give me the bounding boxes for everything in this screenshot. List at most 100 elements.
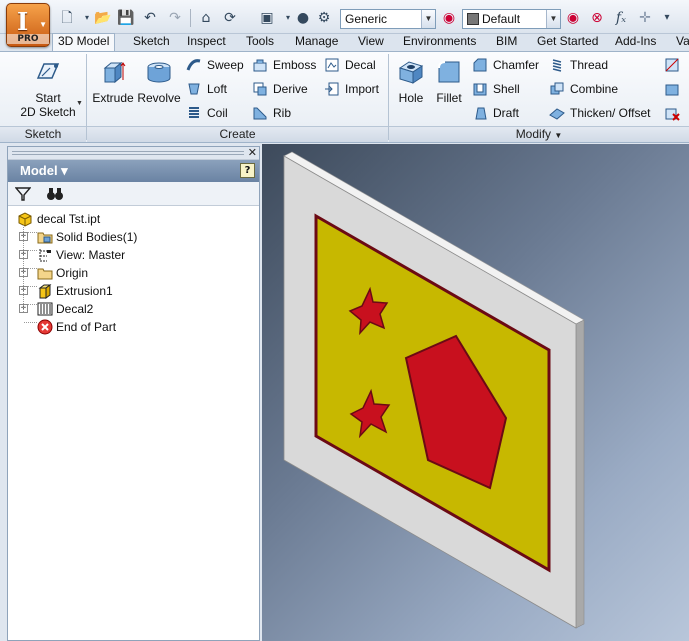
color-override-icon[interactable]: ●	[294, 9, 312, 27]
delete-face-button[interactable]	[664, 103, 685, 123]
direct-edit-button[interactable]	[664, 79, 685, 99]
start-sketch-label-1: Start	[35, 91, 61, 105]
appearance-ball-icon[interactable]: ◉	[440, 9, 458, 27]
view-rep-icon	[39, 249, 51, 262]
revolve-button[interactable]: Revolve	[137, 58, 181, 105]
chamfer-label: Chamfer	[493, 58, 540, 72]
modify-panel-title[interactable]: Modify ▼	[389, 126, 689, 142]
part-model-view[interactable]	[262, 144, 689, 641]
start-2d-sketch-button[interactable]: Start 2D Sketch	[16, 58, 80, 119]
emboss-button[interactable]: Emboss	[252, 55, 316, 75]
extrude-button[interactable]: Extrude	[92, 58, 134, 105]
open-icon[interactable]: 📂	[94, 9, 112, 27]
coil-button[interactable]: Coil	[186, 103, 228, 123]
combine-button[interactable]: Combine	[549, 79, 618, 99]
graphics-viewport[interactable]	[262, 144, 689, 641]
parameters-icon[interactable]: 𝑓ₓ	[612, 9, 630, 27]
chevron-down-icon: ▼	[554, 131, 563, 140]
start-sketch-label-2: 2D Sketch	[20, 105, 76, 119]
adjust-appearance-icon[interactable]: ◉	[564, 9, 582, 27]
chamfer-button[interactable]: Chamfer	[472, 55, 539, 75]
toolbar-separator	[190, 9, 191, 27]
fillet-button[interactable]: Fillet	[432, 58, 466, 105]
save-icon[interactable]: 💾	[117, 9, 135, 27]
clear-appearance-icon[interactable]: ⊗	[588, 9, 606, 27]
tab-3d-model[interactable]: 3D Model	[52, 33, 116, 51]
hole-button[interactable]: Hole	[392, 58, 430, 105]
thicken-offset-button[interactable]: Thicken/ Offset	[549, 103, 650, 123]
select-filter-icon[interactable]: ▣	[258, 9, 276, 27]
application-menu-button[interactable]: I ▼ PRO	[6, 3, 50, 47]
delete-face-icon	[665, 108, 680, 121]
emboss-label: Emboss	[273, 58, 317, 72]
new-file-icon[interactable]: 🗋	[58, 9, 76, 27]
sketch-icon	[36, 63, 60, 79]
browser-grip[interactable]: ✕	[8, 146, 259, 160]
tab-environments[interactable]: Environments	[403, 34, 476, 51]
tree-item-label: Decal2	[56, 302, 94, 316]
sweep-button[interactable]: Sweep	[186, 55, 244, 75]
appearance-dropdown[interactable]: Default ▼	[462, 9, 561, 29]
tree-item-label: Solid Bodies(1)	[56, 230, 138, 244]
tab-get-started[interactable]: Get Started	[537, 34, 598, 51]
tab-manage[interactable]: Manage	[295, 34, 338, 51]
tab-view[interactable]: View	[358, 34, 384, 51]
redo-icon[interactable]: ↷	[166, 9, 184, 27]
revolve-icon	[147, 62, 171, 83]
thicken-icon	[549, 108, 565, 120]
chevron-down-icon[interactable]: ▼	[546, 10, 560, 28]
browser-title: Model ▾	[20, 163, 68, 178]
tab-add-ins[interactable]: Add-Ins	[615, 34, 656, 51]
tab-sketch[interactable]: Sketch	[133, 34, 170, 51]
shell-button[interactable]: Shell	[472, 79, 520, 99]
derive-button[interactable]: Derive	[252, 79, 308, 99]
import-button[interactable]: Import	[324, 79, 379, 99]
solid-bodies-icon	[37, 232, 53, 244]
tree-item-label: Extrusion1	[56, 284, 113, 298]
chevron-down-icon[interactable]: ▼	[421, 10, 435, 28]
tree-item-label: View: Master	[56, 248, 126, 262]
decal-icon	[325, 58, 339, 72]
close-icon[interactable]: ✕	[248, 146, 257, 159]
sweep-icon	[186, 59, 201, 71]
split-icon	[665, 58, 679, 72]
chevron-down-icon: ▼	[39, 20, 47, 29]
draft-icon	[475, 107, 487, 120]
tab-bim[interactable]: BIM	[496, 34, 517, 51]
settings-icon[interactable]: ⚙	[315, 9, 333, 27]
tab-inspect[interactable]: Inspect	[187, 34, 226, 51]
extrude-label: Extrude	[92, 91, 134, 105]
local-update-icon[interactable]: ⟳	[221, 9, 239, 27]
chevron-down-icon[interactable]: ▼	[76, 100, 83, 107]
tree-item-label: End of Part	[56, 320, 117, 334]
combine-label: Combine	[570, 82, 619, 96]
find-binoculars-icon[interactable]	[46, 186, 64, 202]
thread-icon	[552, 59, 562, 72]
help-icon[interactable]: ?	[240, 163, 255, 178]
end-of-part-icon	[37, 319, 53, 335]
tab-vault[interactable]: Va	[676, 34, 689, 51]
undo-icon[interactable]: ↶	[141, 9, 159, 27]
draft-button[interactable]: Draft	[472, 103, 519, 123]
browser-header[interactable]: Model ▾ ?	[8, 160, 259, 182]
coil-label: Coil	[207, 106, 228, 120]
split-button[interactable]	[664, 55, 685, 75]
sweep-label: Sweep	[207, 58, 244, 72]
filter-icon[interactable]	[15, 186, 31, 202]
material-dropdown[interactable]: Generic ▼	[340, 9, 436, 29]
loft-button[interactable]: Loft	[186, 79, 227, 99]
appearance-swatch-icon	[467, 13, 479, 25]
thread-button[interactable]: Thread	[549, 55, 608, 75]
coil-icon	[189, 106, 199, 118]
derive-icon	[253, 82, 267, 96]
tab-tools[interactable]: Tools	[246, 34, 274, 51]
decal-button[interactable]: Decal	[324, 55, 376, 75]
shell-label: Shell	[493, 82, 520, 96]
add-icon[interactable]: ✛	[636, 9, 654, 27]
rib-button[interactable]: Rib	[252, 103, 291, 123]
home-icon[interactable]: ⌂	[197, 9, 215, 27]
appearance-value: Default	[482, 12, 521, 26]
inventor-window: 🗋 ▾ 📂 💾 ↶ ↷ ⌂ ⟳ ▣ ▾ ● ⚙ Generic ▼ ◉ Defa…	[0, 0, 689, 641]
draft-label: Draft	[493, 106, 520, 120]
customize-dropdown-icon[interactable]: ▾	[658, 9, 676, 27]
